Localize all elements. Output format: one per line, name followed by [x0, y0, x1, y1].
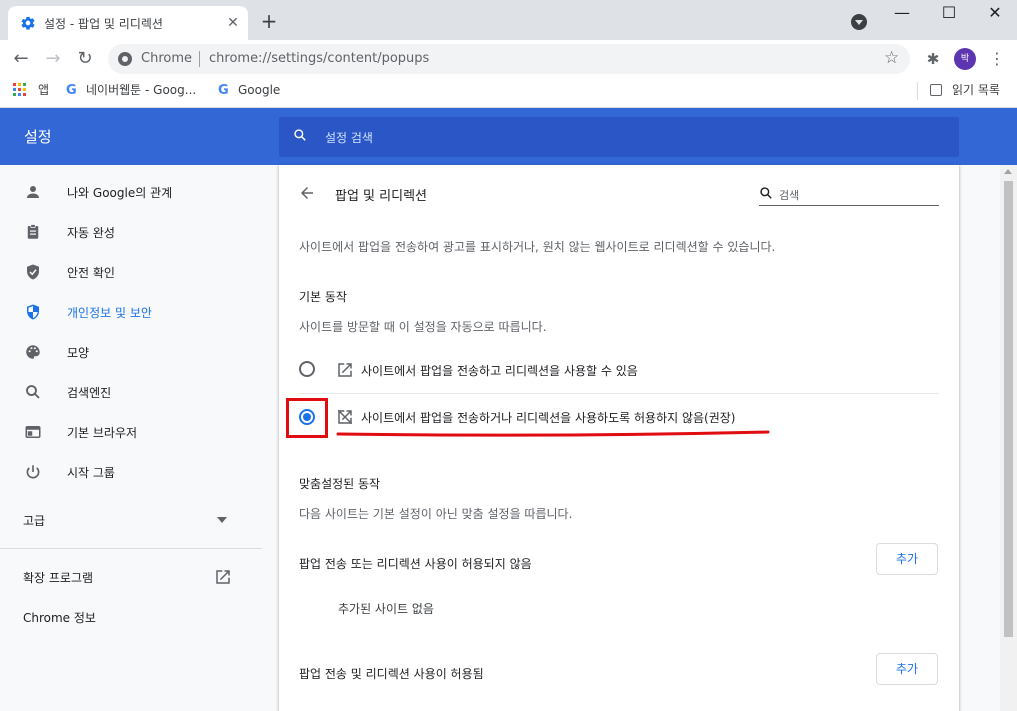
chevron-down-icon	[217, 517, 227, 523]
custom-behavior-heading: 맞춤설정된 동작	[299, 477, 381, 491]
popup-blocked-icon	[337, 409, 353, 425]
custom-behavior-subheading: 다음 사이트는 기본 설정이 아닌 맞춤 설정을 따릅니다.	[299, 507, 573, 521]
settings-sidebar: 나와 Google의 관계 자동 완성 안전 확인 개인정보 및 보안 모양 검…	[0, 165, 262, 711]
new-tab-button[interactable]: +	[258, 10, 280, 32]
omnibox-separator	[199, 51, 200, 67]
apps-icon[interactable]	[13, 83, 27, 97]
sidebar-divider	[0, 548, 262, 549]
bookmark-star-icon[interactable]: ☆	[884, 48, 899, 68]
blocked-sites-label: 팝업 전송 또는 리디렉션 사용이 허용되지 않음	[299, 557, 532, 571]
power-icon	[26, 465, 40, 479]
url-text[interactable]: chrome://settings/content/popups	[209, 51, 429, 66]
annotation-highlight-box	[286, 398, 328, 438]
sidebar-item-you-and-google[interactable]: 나와 Google의 관계	[0, 174, 262, 210]
close-window-button[interactable]: ✕	[972, 0, 1017, 28]
extensions-icon[interactable]: ✱	[923, 49, 943, 69]
sidebar-item-appearance[interactable]: 모양	[0, 334, 262, 370]
sidebar-item-safety-check[interactable]: 안전 확인	[0, 254, 262, 290]
profile-avatar[interactable]: 박	[954, 48, 976, 70]
bookmark-naver-webtoon[interactable]: G 네이버웹툰 - Goog...	[66, 81, 196, 99]
page-description: 사이트에서 팝업을 전송하여 광고를 표시하거나, 원치 않는 웹사이트로 리디…	[299, 240, 776, 254]
settings-header: 설정 설정 검색	[0, 108, 1017, 165]
tab-close-button[interactable]: ✕	[224, 14, 242, 32]
google-icon: G	[218, 82, 229, 98]
option-divider	[299, 393, 939, 394]
sidebar-item-on-startup[interactable]: 시작 그룹	[0, 454, 262, 490]
page-title: 팝업 및 리디렉션	[335, 189, 427, 204]
sidebar-item-privacy-security[interactable]: 개인정보 및 보안	[0, 294, 262, 330]
sidebar-item-about-chrome[interactable]: Chrome 정보	[0, 599, 262, 635]
gear-icon	[21, 16, 35, 30]
settings-title: 설정	[24, 128, 52, 146]
bookmark-apps[interactable]: 앱	[38, 81, 49, 99]
chrome-icon	[118, 52, 132, 66]
tab-settings[interactable]: 설정 - 팝업 및 리디렉션 ✕	[8, 6, 248, 40]
no-sites-added-text: 추가된 사이트 없음	[338, 602, 434, 616]
bookmark-separator	[917, 82, 918, 100]
reading-list-button[interactable]: 읽기 목록	[952, 81, 1000, 99]
page-search-input[interactable]: 검색	[759, 182, 939, 206]
clipboard-icon	[27, 224, 39, 239]
tab-strip: 설정 - 팝업 및 리디렉션 ✕ + — ☐ ✕	[0, 0, 1017, 40]
person-icon	[27, 186, 39, 198]
search-icon	[760, 187, 772, 199]
forward-button[interactable]: →	[42, 48, 64, 70]
allowed-sites-label: 팝업 전송 및 리디렉션 사용이 허용됨	[299, 667, 484, 681]
popups-settings-card: 팝업 및 리디렉션 검색 사이트에서 팝업을 전송하여 광고를 표시하거나, 원…	[279, 165, 959, 711]
sidebar-item-search-engine[interactable]: 검색엔진	[0, 374, 262, 410]
default-behavior-heading: 기본 동작	[299, 290, 347, 304]
search-icon	[294, 129, 306, 141]
back-button[interactable]: ←	[10, 48, 32, 70]
google-icon: G	[66, 82, 77, 98]
address-bar[interactable]: Chrome chrome://settings/content/popups …	[108, 44, 910, 74]
sidebar-item-default-browser[interactable]: 기본 브라우저	[0, 414, 262, 450]
radio-allow-label: 사이트에서 팝업을 전송하고 리디렉션을 사용할 수 있음	[361, 364, 638, 378]
minimize-button[interactable]: —	[879, 0, 925, 28]
default-behavior-subheading: 사이트를 방문할 때 이 설정을 자동으로 따릅니다.	[299, 320, 547, 334]
search-icon	[26, 385, 40, 399]
page-scrollbar[interactable]	[1000, 165, 1017, 711]
radio-allow[interactable]	[299, 361, 315, 377]
menu-button[interactable]: ⋮	[987, 48, 1007, 70]
reading-list-icon	[930, 84, 942, 96]
reload-button[interactable]: ↻	[74, 48, 96, 70]
radio-option-allow[interactable]: 사이트에서 팝업을 전송하고 리디렉션을 사용할 수 있음	[279, 351, 959, 391]
open-in-new-icon	[338, 363, 352, 377]
tab-title: 설정 - 팝업 및 리디렉션	[44, 17, 163, 31]
add-allowed-site-button[interactable]: 추가	[876, 653, 938, 685]
back-arrow-icon[interactable]	[298, 184, 316, 202]
open-in-new-icon	[216, 570, 230, 584]
toolbar: ← → ↻ Chrome chrome://settings/content/p…	[0, 40, 1017, 78]
page-search-placeholder: 검색	[779, 189, 800, 202]
settings-search-placeholder: 설정 검색	[325, 131, 373, 145]
settings-search-input[interactable]: 설정 검색	[279, 117, 959, 157]
tab-search-button[interactable]	[851, 14, 867, 30]
radio-block-label: 사이트에서 팝업을 전송하거나 리디렉션을 사용하도록 허용하지 않음(권장)	[361, 411, 736, 425]
sidebar-item-autofill[interactable]: 자동 완성	[0, 214, 262, 250]
sidebar-item-extensions[interactable]: 확장 프로그램	[0, 559, 262, 595]
site-chip: Chrome	[141, 51, 192, 66]
scroll-up-arrow-icon[interactable]	[1004, 169, 1012, 174]
shield-icon	[27, 304, 39, 320]
add-blocked-site-button[interactable]: 추가	[876, 543, 938, 575]
shield-check-icon	[27, 264, 39, 280]
sidebar-advanced-toggle[interactable]: 고급	[0, 502, 262, 538]
scrollbar-thumb[interactable]	[1004, 181, 1013, 637]
palette-icon	[26, 345, 40, 359]
maximize-button[interactable]: ☐	[926, 0, 972, 28]
annotation-underline	[336, 430, 770, 437]
bookmark-google[interactable]: G Google	[218, 81, 280, 99]
browser-icon	[25, 426, 41, 438]
